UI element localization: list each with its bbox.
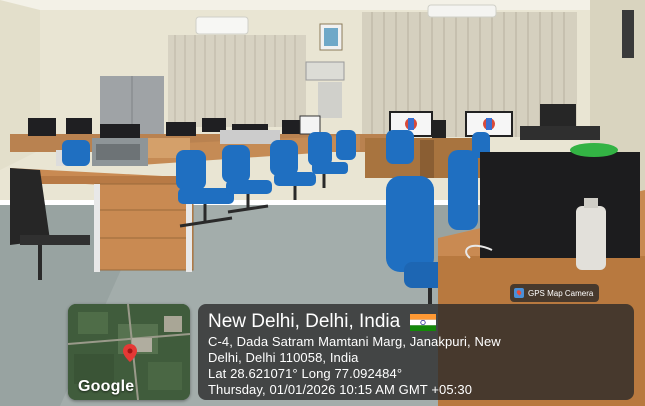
map-thumbnail: Google [68,304,190,400]
gps-camera-badge: GPS Map Camera [510,284,600,302]
map-label: Google [78,378,135,395]
city-title-row: New Delhi, Delhi, India [208,310,624,334]
location-pin-icon [123,344,137,362]
india-flag-icon [410,313,437,331]
city-title: New Delhi, Delhi, India [208,311,401,332]
coordinates: Lat 28.621071° Long 77.092484° [208,366,403,381]
address-line-1: C-4, Dada Satram Mamtani Marg, Janakpuri… [208,334,501,349]
location-info-card: New Delhi, Delhi, India C-4, Dada Satram… [198,304,634,400]
address-line-2: Delhi, Delhi 110058, India [208,350,359,365]
gps-camera-icon [514,288,524,298]
badge-label: GPS Map Camera [528,288,594,298]
datetime: Thursday, 01/01/2026 10:15 AM GMT +05:30 [208,382,473,397]
